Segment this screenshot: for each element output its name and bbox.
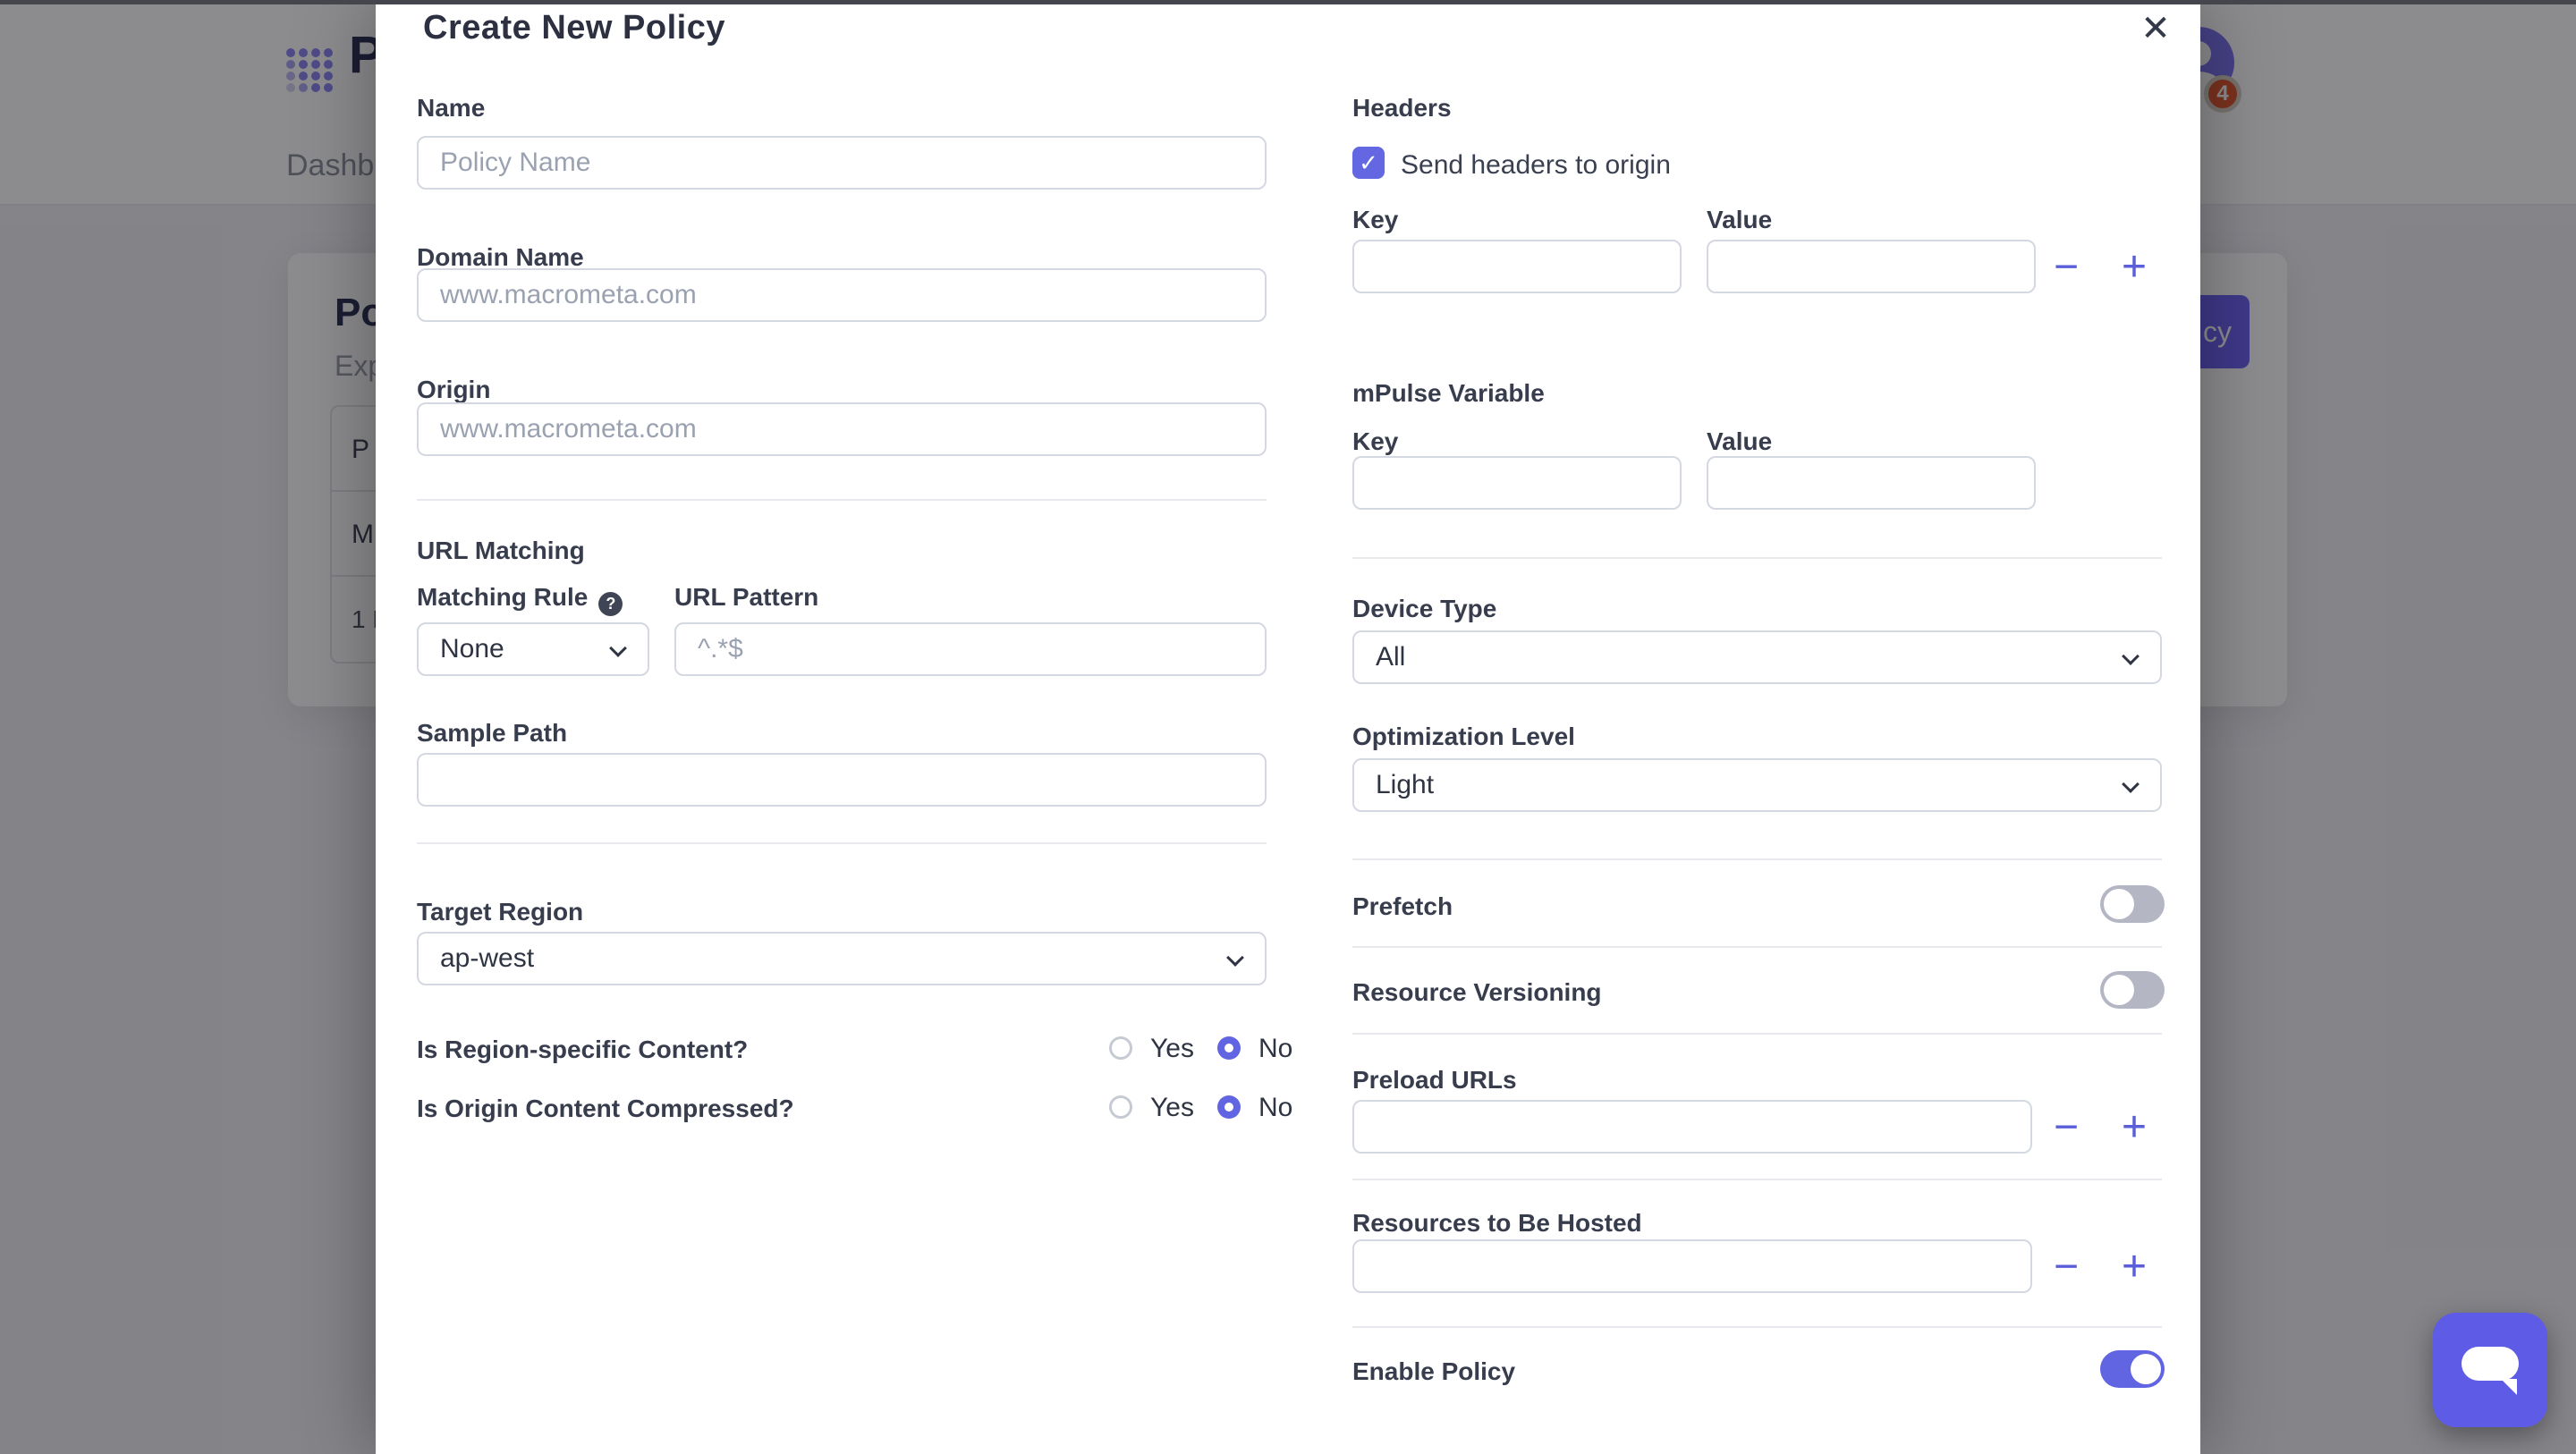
enable-policy-toggle[interactable] [2100,1350,2165,1388]
matching-rule-label: Matching Rule? [417,583,623,616]
header-value-input[interactable] [1707,240,2036,293]
resource-hosted-input[interactable] [1352,1239,2032,1293]
origin-label: Origin [417,376,490,404]
window-top-edge [0,0,2576,4]
close-icon[interactable]: ✕ [2131,4,2181,54]
send-headers-label: Send headers to origin [1401,150,1671,181]
preload-urls-label: Preload URLs [1352,1066,1517,1095]
device-type-label: Device Type [1352,595,1496,623]
mpulse-value-label: Value [1707,427,1772,456]
add-header-button[interactable]: + [2109,241,2159,292]
remove-header-button[interactable]: − [2041,241,2091,292]
divider [1352,1326,2162,1328]
optimization-level-select[interactable]: Light [1352,758,2162,812]
header-key-label: Key [1352,206,1398,234]
divider [1352,557,2162,559]
domain-name-input[interactable] [417,268,1267,322]
chevron-down-icon [2122,775,2140,793]
mpulse-section-label: mPulse Variable [1352,379,1545,408]
preload-url-input[interactable] [1352,1100,2032,1154]
url-pattern-input[interactable] [674,622,1267,676]
add-resource-button[interactable]: + [2109,1241,2159,1291]
header-value-label: Value [1707,206,1772,234]
optimization-level-label: Optimization Level [1352,723,1575,751]
target-region-select[interactable]: ap-west [417,932,1267,985]
radio-no-label[interactable]: No [1258,1034,1292,1064]
resource-versioning-label: Resource Versioning [1352,978,1602,1007]
send-headers-checkbox[interactable]: ✓ [1352,147,1385,179]
divider [1352,946,2162,948]
create-policy-modal: Create New Policy ✕ Name Domain Name Ori… [376,4,2200,1454]
remove-resource-button[interactable]: − [2041,1241,2091,1291]
url-pattern-label: URL Pattern [674,583,818,612]
mpulse-key-input[interactable] [1352,456,1682,510]
chat-bubble-icon [2462,1347,2519,1381]
radio-no-label[interactable]: No [1258,1093,1292,1123]
sample-path-input[interactable] [417,753,1267,807]
origin-input[interactable] [417,402,1267,456]
name-label: Name [417,94,485,123]
matching-rule-select[interactable]: None [417,622,649,676]
chevron-down-icon [609,639,627,657]
url-matching-section-label: URL Matching [417,537,585,565]
resources-hosted-label: Resources to Be Hosted [1352,1209,1642,1238]
modal-title: Create New Policy [423,9,725,47]
device-type-select[interactable]: All [1352,630,2162,684]
question-label: Is Region-specific Content? [417,1036,748,1064]
divider [1352,1179,2162,1180]
enable-policy-label: Enable Policy [1352,1357,1515,1386]
resource-versioning-toggle[interactable] [2100,971,2165,1009]
divider [417,842,1267,844]
policy-name-input[interactable] [417,136,1267,190]
radio-no[interactable] [1217,1095,1241,1119]
divider [1352,858,2162,860]
radio-yes[interactable] [1109,1036,1132,1060]
mpulse-value-input[interactable] [1707,456,2036,510]
origin-compressed-question: Is Origin Content Compressed? Yes No [417,1093,1267,1129]
prefetch-label: Prefetch [1352,892,1453,921]
question-label: Is Origin Content Compressed? [417,1095,794,1123]
header-key-input[interactable] [1352,240,1682,293]
radio-no[interactable] [1217,1036,1241,1060]
headers-section-label: Headers [1352,94,1452,123]
radio-yes[interactable] [1109,1095,1132,1119]
remove-preload-url-button[interactable]: − [2041,1102,2091,1152]
divider [1352,1033,2162,1035]
chevron-down-icon [2122,647,2140,665]
region-specific-question: Is Region-specific Content? Yes No [417,1034,1267,1069]
chevron-down-icon [1226,949,1244,967]
mpulse-key-label: Key [1352,427,1398,456]
chat-launcher-button[interactable] [2433,1313,2547,1427]
radio-yes-label[interactable]: Yes [1150,1093,1194,1123]
help-icon[interactable]: ? [598,592,623,616]
radio-yes-label[interactable]: Yes [1150,1034,1194,1064]
divider [417,499,1267,501]
prefetch-toggle[interactable] [2100,885,2165,923]
sample-path-label: Sample Path [417,719,567,748]
target-region-label: Target Region [417,898,583,926]
add-preload-url-button[interactable]: + [2109,1102,2159,1152]
